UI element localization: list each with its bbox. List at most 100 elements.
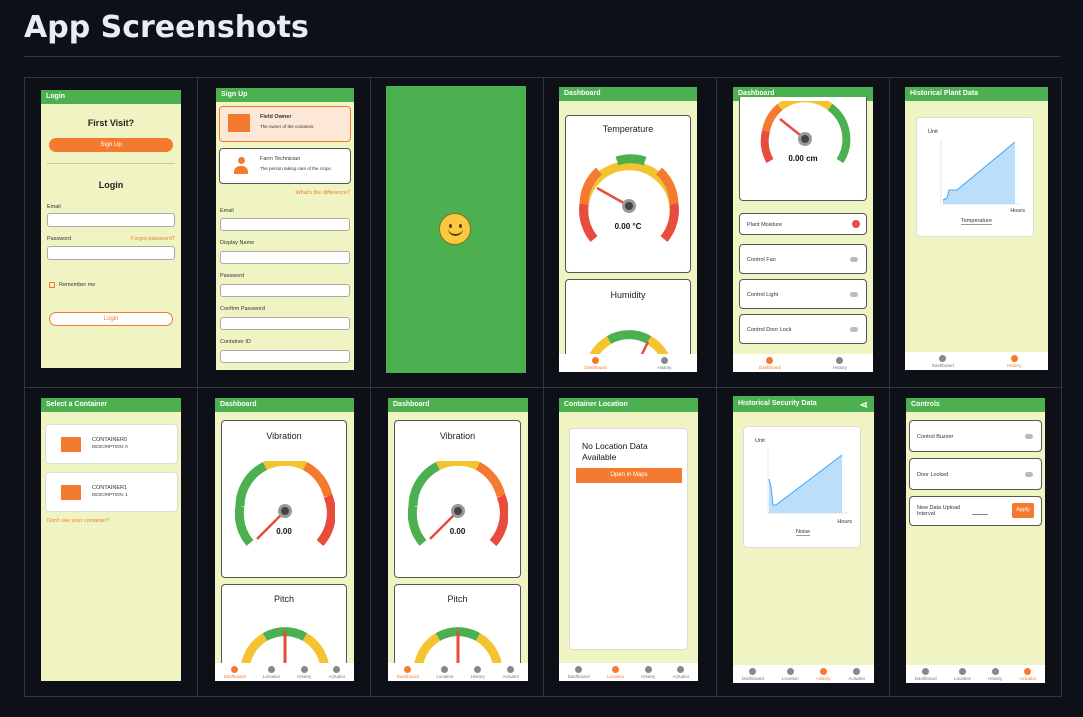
role-desc: The owner of the container. [260, 124, 315, 129]
dashboard-icon [939, 355, 947, 362]
controls-appbar: Controls [906, 398, 1045, 412]
nav-history[interactable]: History [471, 666, 485, 679]
gauge-title: Vibration [266, 431, 302, 441]
cell-dashboard-temp: Dashboard Temperature 0.00 °C Humidity D… [544, 78, 717, 388]
nav-history[interactable]: History [1007, 355, 1021, 368]
first-visit-heading: First Visit? [87, 118, 135, 128]
screenshot-grid: Login First Visit? Sign Up Login Email P… [24, 77, 1063, 697]
dont-see-link[interactable]: Don't see your container? [47, 518, 110, 524]
interval-input[interactable] [972, 514, 988, 515]
container-desc: DESCRIPTION: 0 [92, 444, 128, 449]
divider [47, 163, 175, 164]
container-icon [228, 114, 250, 132]
plant-moisture-row[interactable]: Plant Moisture [739, 213, 867, 235]
nav-dashboard[interactable]: Dashboard [742, 668, 764, 681]
location-card: No Location Data Available Open in Maps [569, 428, 688, 650]
nav-dashboard[interactable]: Dashboard [224, 666, 246, 679]
dashboard-screen: Dashboard Vibration 0.00 Pitch Dashboard… [215, 398, 354, 681]
dashboard-icon [749, 668, 757, 675]
share-icon[interactable]: ⋖ [860, 398, 868, 414]
control-light-row[interactable]: Control Light [739, 279, 867, 309]
container-id-field[interactable] [220, 350, 350, 363]
signup-button[interactable]: Sign Up [49, 138, 173, 152]
control-fan-row[interactable]: Control Fan [739, 244, 867, 274]
nav-history[interactable]: History [657, 357, 672, 370]
remember-label: Remember me [59, 282, 96, 288]
select-appbar: Select a Container [41, 398, 181, 412]
nav-actuator[interactable]: Actuator [329, 666, 345, 679]
nav-location[interactable]: Location [436, 666, 453, 679]
email-field[interactable] [220, 218, 350, 231]
open-maps-button[interactable]: Open in Maps [576, 468, 682, 483]
nav-location[interactable]: Location [782, 668, 799, 681]
field-label: Password [220, 273, 245, 279]
location-icon [958, 668, 966, 675]
container-card[interactable]: CONTAINER0 DESCRIPTION: 0 [45, 424, 178, 464]
password-field[interactable] [47, 246, 175, 260]
history-icon [474, 666, 482, 673]
container-icon [61, 437, 81, 452]
email-field[interactable] [47, 213, 175, 227]
password-field[interactable] [220, 284, 350, 297]
field-label: Display Name [220, 240, 255, 246]
nav-history[interactable]: History [641, 666, 655, 679]
nav-dashboard[interactable]: Dashboard [397, 666, 419, 679]
buzzer-toggle[interactable] [1025, 434, 1033, 439]
door-toggle[interactable] [850, 327, 858, 332]
cell-location: Container Location No Location Data Avai… [544, 388, 717, 697]
role-card-technician[interactable]: Farm Technician The person taking care o… [219, 148, 351, 184]
container-card[interactable]: CONTAINER1 DESCRIPTION: 1 [45, 472, 178, 512]
door-toggle[interactable] [1025, 472, 1033, 477]
field-label: Container ID [220, 339, 251, 345]
dashboard-icon [922, 668, 930, 675]
cell-select-container: Select a Container CONTAINER0 DESCRIPTIO… [25, 388, 198, 697]
bottom-nav: Dashboard Location History Actuator [388, 663, 528, 681]
row-label: Control Fan [747, 257, 776, 263]
nav-dashboard[interactable]: Dashboard [759, 357, 781, 370]
nav-history[interactable]: History [297, 666, 311, 679]
apply-button[interactable]: Apply [1012, 503, 1034, 518]
nav-dashboard[interactable]: Dashboard [915, 668, 937, 681]
cell-historical-security: Historical Security Data ⋖ Unit Hours No… [717, 388, 890, 697]
nav-actuator[interactable]: Actuator [1020, 668, 1036, 681]
page-title: App Screenshots [24, 10, 309, 45]
nav-history[interactable]: History [988, 668, 1002, 681]
nav-actuator[interactable]: Actuator [848, 668, 865, 681]
control-door-row[interactable]: Control Door Lock [739, 314, 867, 344]
row-label: Control Door Lock [747, 327, 792, 333]
vibration-card: Vibration 0.00 [221, 420, 347, 578]
door-locked-row[interactable]: Door Locked [909, 458, 1042, 490]
nav-history[interactable]: History [817, 668, 831, 681]
dashboard-screen: Dashboard Temperature 0.00 °C Humidity D… [559, 87, 697, 372]
nav-dashboard[interactable]: Dashboard [568, 666, 590, 679]
metric-selector[interactable]: Temperature [961, 218, 992, 225]
nav-location[interactable]: Location [954, 668, 971, 681]
alert-icon [852, 220, 860, 228]
nav-actuator[interactable]: Actuator [502, 666, 519, 679]
difference-link[interactable]: What's the difference? [296, 190, 350, 196]
nav-dashboard[interactable]: Dashboard [584, 357, 607, 370]
gauge-title: Temperature [602, 124, 654, 134]
nav-dashboard[interactable]: Dashboard [932, 355, 954, 368]
metric-selector[interactable]: Noise [796, 529, 811, 536]
signup-appbar: Sign Up [216, 88, 354, 102]
fan-toggle[interactable] [850, 257, 858, 262]
history-icon [836, 357, 844, 364]
vibration-value: 0.00 [449, 527, 466, 536]
cell-dashboard-vibration: Dashboard Vibration 0.00 Pitch Dashboard… [198, 388, 371, 697]
container-name: CONTAINER1 [92, 485, 128, 491]
nav-actuator[interactable]: Actuator [673, 666, 689, 679]
display-name-field[interactable] [220, 251, 350, 264]
light-toggle[interactable] [850, 292, 858, 297]
field-label: Email [220, 208, 234, 214]
nav-location[interactable]: Location [263, 666, 280, 679]
remember-checkbox[interactable] [49, 282, 55, 288]
confirm-password-field[interactable] [220, 317, 350, 330]
forgot-password-link[interactable]: Forgot password? [131, 236, 175, 242]
nav-history[interactable]: History [833, 357, 847, 370]
login-button[interactable]: Login [49, 312, 173, 326]
temperature-card: Temperature 0.00 °C [565, 115, 691, 273]
buzzer-row[interactable]: Control Buzzer [909, 420, 1042, 452]
role-card-owner[interactable]: Field Owner The owner of the container. [219, 106, 351, 142]
nav-location[interactable]: Location [607, 666, 624, 679]
